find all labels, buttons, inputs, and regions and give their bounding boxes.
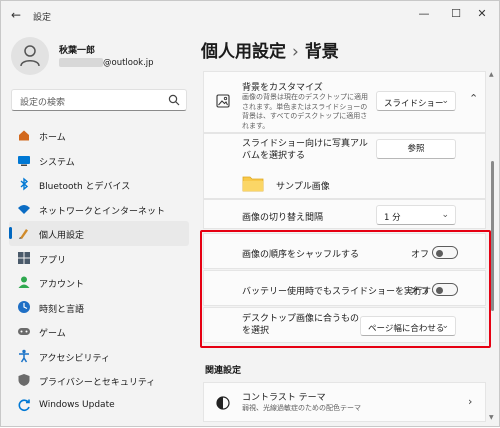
breadcrumb-separator: ›: [292, 42, 299, 62]
breadcrumb-parent[interactable]: 個人用設定: [201, 42, 286, 62]
background-card[interactable]: 背景をカスタマイズ 画像の背景は現在のデスクトップに適用されます。単色またはスラ…: [203, 71, 486, 133]
close-button[interactable]: ✕: [471, 5, 493, 23]
contrast-theme-card[interactable]: コントラスト テーマ 弱視、光線過敏症のための配色テーマ ›: [203, 382, 486, 422]
interval-value: 1 分: [384, 213, 401, 223]
background-type-dropdown[interactable]: スライドショー ⌄: [376, 91, 456, 111]
sidebar-item-time-language[interactable]: 時刻と言語: [9, 295, 189, 320]
sidebar-item-accessibility[interactable]: アクセシビリティ: [9, 344, 189, 369]
background-title: 背景をカスタマイズ: [242, 83, 323, 93]
sidebar-item-windows-update[interactable]: Windows Update: [9, 393, 189, 418]
maximize-button[interactable]: ☐: [445, 5, 467, 23]
title-bar: ← 設定 — ☐ ✕: [1, 1, 499, 29]
app-title: 設定: [33, 13, 52, 23]
chevron-down-icon: ⌄: [441, 210, 449, 220]
background-desc: 画像の背景は現在のデスクトップに適用されます。単色またはスライドショーの背景は、…: [242, 93, 368, 130]
sidebar-item-label: ネットワークとインターネット: [39, 206, 166, 217]
album-label: スライドショー向けに写真アルバムを選択する: [242, 139, 368, 161]
chevron-up-icon[interactable]: ⌃: [469, 92, 478, 105]
sidebar-nav: ホームシステム Bluetooth とデバイスネットワークとインターネット 個人用設…: [9, 123, 189, 417]
related-settings-heading: 関連設定: [205, 366, 242, 376]
windows-update-icon: [17, 398, 31, 412]
user-profile[interactable]: 秋葉一郎 @outlook.jp: [11, 37, 191, 77]
album-folder-name: サンプル画像: [276, 182, 330, 192]
email-suffix: @outlook.jp: [103, 58, 154, 68]
person-icon: [20, 45, 40, 67]
sidebar-item-system[interactable]: システム: [9, 148, 189, 173]
chevron-down-icon: ⌄: [441, 96, 449, 106]
apps-icon: [17, 251, 31, 265]
sidebar-item-label: 時刻と言語: [39, 304, 85, 315]
chevron-right-icon: ›: [468, 395, 473, 408]
album-card: スライドショー向けに写真アルバムを選択する 参照 サンプル画像: [203, 133, 486, 199]
sidebar-item-label: Bluetooth とデバイス: [39, 182, 131, 192]
sidebar-item-label: Windows Update: [39, 399, 115, 410]
folder-icon: [242, 176, 264, 192]
active-indicator: [9, 227, 12, 239]
network-icon: [17, 202, 31, 216]
sidebar-item-label: ホーム: [39, 133, 66, 143]
page-title: 個人用設定 › 背景: [201, 37, 339, 62]
gaming-icon: [17, 324, 31, 338]
accessibility-icon: [17, 349, 31, 363]
contrast-desc: 弱視、光線過敏症のための配色テーマ: [242, 404, 361, 412]
bluetooth-icon: [17, 177, 31, 191]
sidebar-item-bluetooth[interactable]: Bluetooth とデバイス: [9, 172, 189, 197]
time-language-icon: [17, 300, 31, 314]
interval-label: 画像の切り替え間隔: [242, 213, 324, 223]
user-name: 秋葉一郎: [59, 46, 96, 56]
sidebar-item-label: アクセシビリティ: [39, 353, 111, 364]
back-arrow-icon[interactable]: ←: [9, 8, 23, 22]
scroll-up-icon[interactable]: ▲: [489, 71, 494, 78]
highlight-annotation: [200, 230, 491, 348]
scroll-thumb[interactable]: [491, 161, 494, 311]
contrast-title: コントラスト テーマ: [242, 393, 326, 403]
personalization-icon: [17, 226, 31, 240]
system-icon: [17, 153, 31, 167]
search-placeholder: 設定の検索: [20, 98, 66, 108]
sidebar-item-label: アカウント: [39, 280, 85, 290]
search-input[interactable]: 設定の検索: [11, 89, 187, 111]
avatar: [11, 37, 49, 75]
sidebar-item-network[interactable]: ネットワークとインターネット: [9, 197, 189, 222]
sidebar-item-label: 個人用設定: [39, 231, 85, 241]
home-icon: [17, 128, 31, 142]
user-email: @outlook.jp: [59, 58, 154, 68]
contrast-icon: [216, 396, 230, 410]
minimize-button[interactable]: —: [413, 5, 435, 23]
sidebar-item-label: ゲーム: [39, 329, 66, 339]
image-icon: [216, 94, 230, 108]
sidebar-item-label: プライバシーとセキュリティ: [39, 378, 156, 388]
email-redaction: [59, 58, 103, 67]
interval-dropdown[interactable]: 1 分 ⌄: [376, 205, 456, 225]
sidebar-item-apps[interactable]: アプリ: [9, 246, 189, 271]
interval-card: 画像の切り替え間隔 1 分 ⌄: [203, 199, 486, 229]
background-type-value: スライドショー: [384, 99, 444, 109]
accounts-icon: [17, 275, 31, 289]
sidebar-item-label: アプリ: [39, 255, 67, 266]
scrollbar[interactable]: ▲ ▼: [489, 71, 497, 421]
browse-button[interactable]: 参照: [376, 139, 456, 159]
privacy-icon: [17, 373, 31, 387]
sidebar-item-privacy[interactable]: プライバシーとセキュリティ: [9, 368, 189, 393]
breadcrumb-current: 背景: [304, 42, 339, 62]
settings-window: ← 設定 — ☐ ✕ 秋葉一郎 @outlook.jp 設定の検索 ホームシステ…: [0, 0, 500, 427]
sidebar-item-label: システム: [39, 157, 75, 168]
sidebar-item-accounts[interactable]: アカウント: [9, 270, 189, 295]
sidebar-item-home[interactable]: ホーム: [9, 123, 189, 148]
scroll-down-icon[interactable]: ▼: [489, 414, 494, 421]
search-icon: [168, 94, 180, 106]
sidebar-item-gaming[interactable]: ゲーム: [9, 319, 189, 344]
sidebar-item-personalization[interactable]: 個人用設定: [9, 221, 189, 246]
